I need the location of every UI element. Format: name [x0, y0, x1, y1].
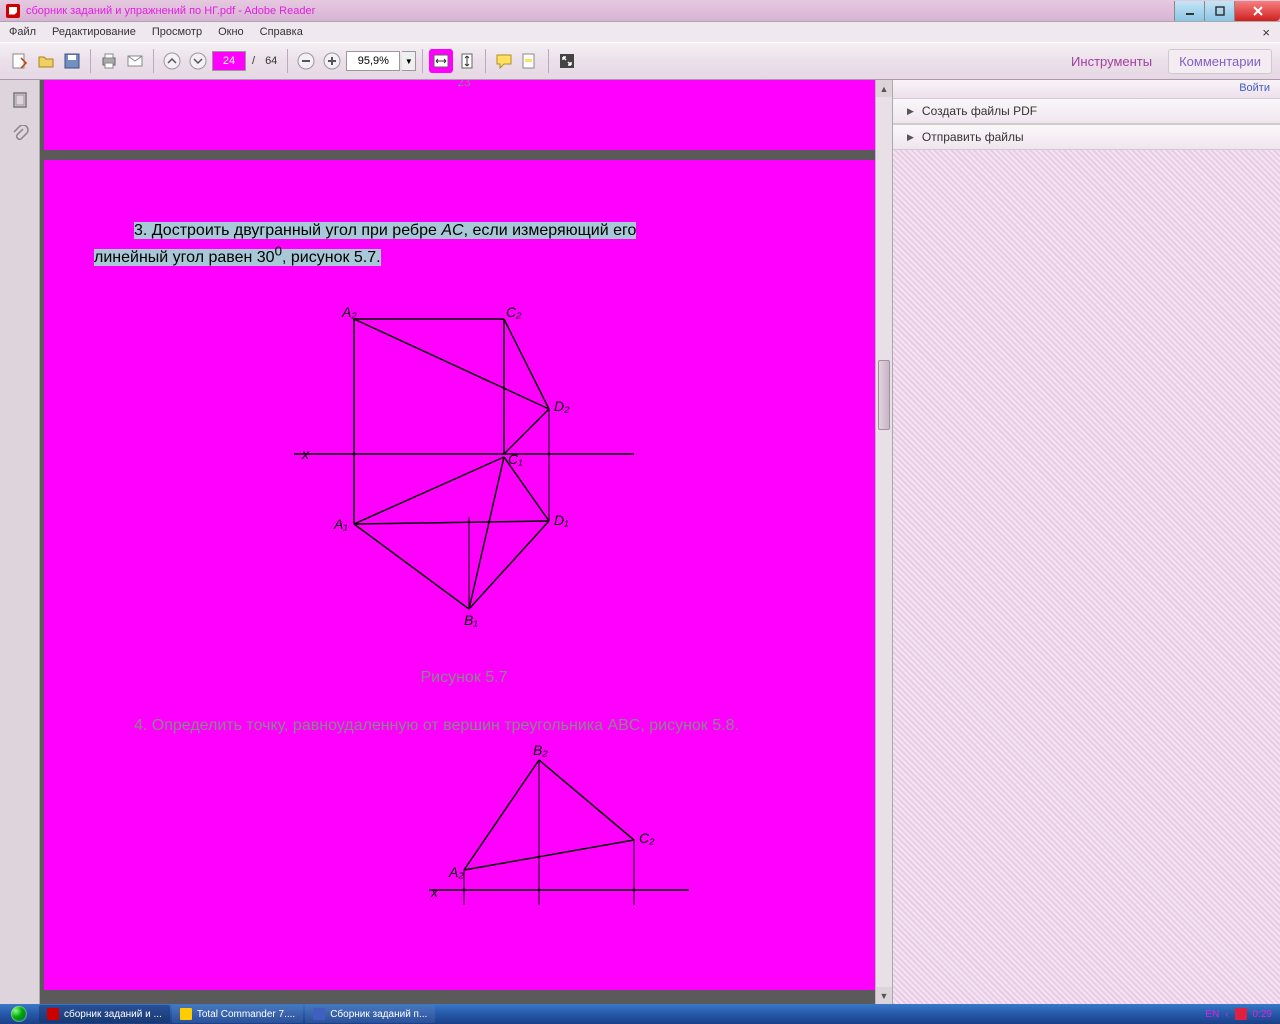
menubar-close-icon[interactable]: ×: [1258, 25, 1274, 40]
chevron-right-icon: ▶: [907, 132, 914, 143]
menu-file[interactable]: Файл: [6, 24, 39, 40]
previous-page-fragment: 23: [44, 80, 884, 150]
login-link[interactable]: Войти: [893, 80, 1280, 98]
label-B2-fig2: B₂: [533, 745, 548, 758]
panel-send-files[interactable]: ▶ Отправить файлы: [893, 124, 1280, 150]
export-pdf-icon[interactable]: [8, 49, 32, 73]
window-titlebar: сборник заданий и упражнений по НГ.pdf -…: [0, 0, 1280, 22]
vertical-scrollbar[interactable]: ▲ ▼: [875, 80, 892, 1004]
panel-create-pdf[interactable]: ▶ Создать файлы PDF: [893, 98, 1280, 124]
right-panel: Войти ▶ Создать файлы PDF ▶ Отправить фа…: [892, 80, 1280, 1004]
label-A2: A₂: [341, 304, 357, 320]
chevron-right-icon: ▶: [907, 106, 914, 117]
scroll-down-icon[interactable]: ▼: [876, 987, 892, 1004]
scroll-thumb[interactable]: [878, 360, 890, 430]
panel-body: [893, 150, 1280, 1004]
panel-create-pdf-label: Создать файлы PDF: [922, 104, 1037, 118]
document-viewport[interactable]: 23 3. Достроить двугранный угол при ребр…: [40, 80, 892, 1004]
save-icon[interactable]: [60, 49, 84, 73]
page-total: 64: [265, 55, 277, 67]
label-B1: B₁: [464, 612, 478, 628]
menu-window[interactable]: Окно: [215, 24, 247, 40]
fit-width-icon[interactable]: [429, 49, 453, 73]
tray-chevron-icon[interactable]: ‹: [1225, 1009, 1228, 1020]
zoom-in-icon[interactable]: [320, 49, 344, 73]
menu-view[interactable]: Просмотр: [149, 24, 205, 40]
label-x-fig2: x: [430, 884, 439, 900]
start-button[interactable]: [0, 1004, 38, 1024]
taskbar: сборник заданий и ... Total Commander 7.…: [0, 1004, 1280, 1024]
label-A1: A₁: [333, 516, 348, 532]
previous-page-number: 23: [458, 80, 471, 90]
menu-edit[interactable]: Редактирование: [49, 24, 139, 40]
menubar: Файл Редактирование Просмотр Окно Справк…: [0, 22, 1280, 42]
figure-5-7: A₂ C₂ D₂ x C₁ A₁ D₁ B₁: [94, 299, 834, 639]
close-button[interactable]: [1234, 1, 1280, 21]
system-tray: EN ‹ 0:29: [1197, 1008, 1280, 1020]
tray-clock[interactable]: 0:29: [1253, 1009, 1272, 1020]
maximize-button[interactable]: [1204, 1, 1234, 21]
comment-icon[interactable]: [492, 49, 516, 73]
taskbar-app-2[interactable]: Total Commander 7....: [172, 1005, 303, 1023]
print-icon[interactable]: [97, 49, 121, 73]
highlight-icon[interactable]: [518, 49, 542, 73]
zoom-input[interactable]: [346, 51, 400, 71]
page-separator: /: [252, 55, 255, 67]
label-C2: C₂: [506, 304, 522, 320]
figure-caption: Рисунок 5.7: [94, 669, 834, 687]
comments-tab[interactable]: Комментарии: [1168, 49, 1272, 74]
fit-page-icon[interactable]: [455, 49, 479, 73]
problem-3-text: 3. Достроить двугранный угол при ребре A…: [94, 220, 834, 269]
panel-send-files-label: Отправить файлы: [922, 130, 1024, 144]
label-x: x: [301, 446, 310, 462]
read-mode-icon[interactable]: [555, 49, 579, 73]
page-number-input[interactable]: [212, 51, 246, 71]
app-icon: [6, 4, 20, 18]
problem-4-text: 4. Определить точку, равноудаленную от в…: [94, 717, 834, 735]
open-icon[interactable]: [34, 49, 58, 73]
window-title: сборник заданий и упражнений по НГ.pdf -…: [26, 5, 315, 17]
email-icon[interactable]: [123, 49, 147, 73]
document-page: 3. Достроить двугранный угол при ребре A…: [44, 160, 884, 990]
label-A2-fig2: A₂: [448, 864, 464, 880]
zoom-dropdown-icon[interactable]: ▼: [402, 51, 416, 71]
left-rail: [0, 80, 40, 1004]
tray-app-icon[interactable]: [1235, 1008, 1247, 1020]
taskbar-app-3[interactable]: Сборник заданий п...: [305, 1005, 435, 1023]
scroll-up-icon[interactable]: ▲: [876, 80, 892, 97]
zoom-out-icon[interactable]: [294, 49, 318, 73]
attachments-icon[interactable]: [10, 124, 30, 144]
page-down-icon[interactable]: [186, 49, 210, 73]
label-C2-fig2: C₂: [639, 830, 655, 846]
label-C1: C₁: [508, 451, 523, 467]
menu-help[interactable]: Справка: [257, 24, 306, 40]
taskbar-app-1[interactable]: сборник заданий и ...: [39, 1005, 170, 1023]
label-D1: D₁: [554, 512, 569, 528]
tray-language[interactable]: EN: [1205, 1009, 1219, 1020]
tools-tab[interactable]: Инструменты: [1061, 50, 1162, 73]
minimize-button[interactable]: [1174, 1, 1204, 21]
figure-5-8: B₂ C₂ A₂ x: [94, 745, 834, 905]
toolbar: / 64 ▼ Инструменты Комментарии: [0, 42, 1280, 80]
page-up-icon[interactable]: [160, 49, 184, 73]
label-D2: D₂: [554, 398, 570, 414]
thumbnails-icon[interactable]: [10, 90, 30, 110]
